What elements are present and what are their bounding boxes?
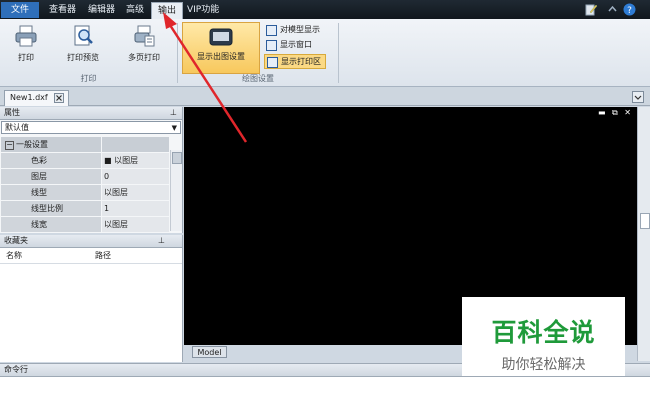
- print-label: 打印: [18, 53, 34, 62]
- minimize-ribbon-icon[interactable]: [606, 3, 619, 16]
- show-print-area-button[interactable]: 显示打印区: [264, 54, 326, 69]
- ribbon: 打印 打印预览 多页打印 打印 显示出图设置 对模型显示 显示窗口 显示打印区 …: [0, 19, 650, 87]
- model-display-button[interactable]: 对模型显示: [264, 23, 320, 36]
- svg-text:?: ?: [627, 6, 632, 16]
- section-row-general[interactable]: − 一般设置: [1, 137, 169, 152]
- tab-list-dropdown-icon[interactable]: [632, 91, 644, 103]
- show-print-area-label: 显示打印区: [281, 57, 321, 66]
- canvas-vertical-scrollbar[interactable]: [637, 107, 650, 361]
- menu-tab-advanced[interactable]: 高级: [120, 2, 150, 18]
- print-preview-label: 打印预览: [67, 53, 99, 62]
- print-preview-button[interactable]: 打印预览: [60, 24, 106, 63]
- scroll-thumb[interactable]: [172, 152, 182, 164]
- favorites-header-row: 名称 路径: [0, 249, 182, 264]
- watermark-title: 百科全说: [491, 318, 596, 347]
- property-name: 线型: [1, 185, 101, 200]
- help-icon[interactable]: ?: [623, 3, 636, 16]
- edit-icon[interactable]: [585, 3, 598, 16]
- scroll-thumb[interactable]: [640, 213, 650, 229]
- property-row[interactable]: 线宽 以图层: [1, 217, 169, 232]
- property-name: 线宽: [1, 217, 101, 232]
- document-tab-label: New1.dxf: [10, 93, 48, 102]
- favorites-title: 收藏夹 ⊥: [0, 235, 182, 248]
- property-value[interactable]: 0: [102, 169, 169, 184]
- pin-icon[interactable]: ⊥: [158, 235, 165, 247]
- section-header: − 一般设置: [1, 137, 101, 152]
- watermark: 百科全说 助你轻松解决: [462, 297, 625, 376]
- show-window-icon: [266, 40, 277, 51]
- collapse-icon[interactable]: −: [5, 141, 14, 150]
- property-row[interactable]: 线型比例 1: [1, 201, 169, 216]
- section-label: 一般设置: [16, 140, 48, 149]
- close-tab-icon[interactable]: [54, 93, 64, 103]
- property-value[interactable]: 以图层: [102, 185, 169, 200]
- model-display-icon: [266, 25, 277, 36]
- favorites-title-label: 收藏夹: [4, 236, 28, 245]
- column-header-path[interactable]: 路径: [95, 249, 111, 263]
- properties-scrollbar[interactable]: [170, 150, 182, 231]
- property-value[interactable]: 以图层: [102, 217, 169, 232]
- menu-tab-editor[interactable]: 编辑器: [82, 2, 121, 18]
- ribbon-separator: [338, 23, 339, 83]
- model-tab[interactable]: Model: [192, 346, 227, 358]
- menu-file[interactable]: 文件: [1, 2, 39, 18]
- model-display-label: 对模型显示: [280, 25, 320, 34]
- printer-icon: [15, 25, 37, 47]
- print-button[interactable]: 打印: [8, 24, 44, 63]
- show-window-button[interactable]: 显示窗口: [264, 38, 312, 51]
- favorites-panel: 收藏夹 ⊥ 名称 路径: [0, 235, 183, 362]
- property-row[interactable]: 色彩 ■ 以图层: [1, 153, 169, 168]
- properties-dropdown-value: 默认值: [5, 123, 29, 132]
- column-header-name[interactable]: 名称: [6, 249, 22, 263]
- property-row[interactable]: 线型 以图层: [1, 185, 169, 200]
- annotation-arrow-icon: [163, 12, 248, 143]
- document-tab[interactable]: New1.dxf: [4, 90, 69, 106]
- property-row[interactable]: 图层 0: [1, 169, 169, 184]
- document-tab-strip: New1.dxf: [0, 87, 650, 106]
- menu-bar: 文件 查看器 编辑器 高级 输出 VIP功能 ?: [0, 0, 650, 19]
- property-name: 色彩: [1, 153, 101, 168]
- menu-tab-viewer[interactable]: 查看器: [43, 2, 82, 18]
- show-print-area-icon: [267, 57, 278, 68]
- property-value[interactable]: ■ 以图层: [102, 153, 169, 168]
- command-title-label: 命令行: [4, 365, 28, 374]
- canvas-window-controls-icon[interactable]: ▬ ⧉ ✕: [598, 108, 633, 118]
- property-name: 图层: [1, 169, 101, 184]
- watermark-subtitle: 助你轻松解决: [501, 357, 586, 373]
- properties-title-label: 属性: [4, 108, 20, 117]
- show-window-label: 显示窗口: [280, 40, 312, 49]
- property-value[interactable]: 1: [102, 201, 169, 216]
- print-preview-icon: [74, 25, 93, 46]
- property-name: 线型比例: [1, 201, 101, 216]
